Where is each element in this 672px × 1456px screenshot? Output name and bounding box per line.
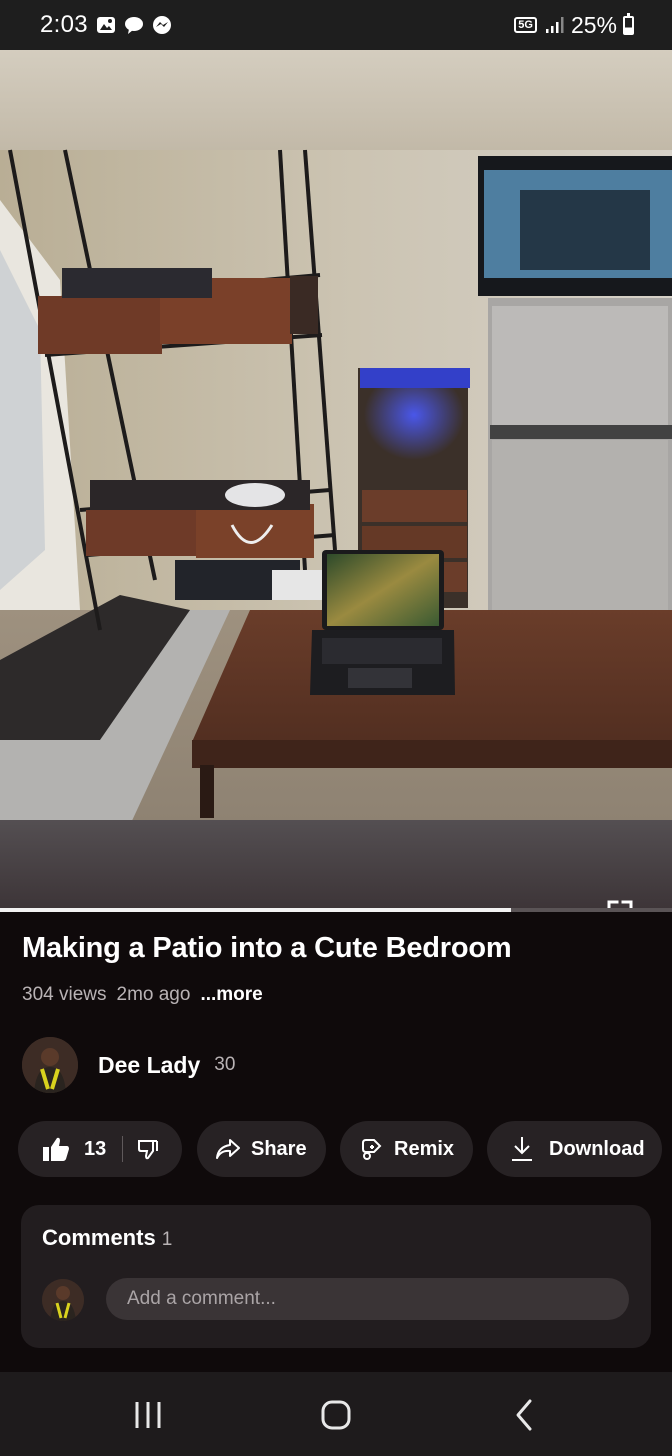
like-count[interactable]: 13 <box>84 1138 106 1161</box>
comments-label: Comments <box>42 1225 156 1250</box>
fullscreen-icon[interactable] <box>603 896 637 908</box>
network-badge: 5G <box>514 17 537 33</box>
status-bar: 2:03 5G 25% <box>0 0 672 50</box>
battery-percent: 25% <box>570 11 617 38</box>
status-right: 5G 25% <box>514 12 634 39</box>
video-progress-bar[interactable] <box>0 908 672 912</box>
recents-icon[interactable] <box>128 1398 168 1432</box>
upload-age: 2mo ago <box>116 984 191 1005</box>
add-comment-input[interactable]: Add a comment... <box>106 1278 629 1320</box>
like-divider <box>122 1136 124 1162</box>
battery-icon <box>623 12 634 35</box>
signal-icon <box>545 17 564 33</box>
view-count: 304 views <box>22 984 107 1005</box>
comments-header: Comments 1 <box>42 1225 172 1251</box>
video-progress-fill <box>0 908 511 912</box>
channel-avatar[interactable] <box>22 1037 78 1093</box>
channel-row[interactable]: Dee Lady 30 <box>22 1036 235 1094</box>
chat-bubble-icon <box>124 17 143 34</box>
video-player[interactable] <box>0 50 672 908</box>
status-left: 2:03 <box>40 11 172 39</box>
comments-panel[interactable]: Comments 1 Add a comment... <box>21 1205 651 1348</box>
share-button[interactable]: Share <box>197 1121 326 1177</box>
thumbs-up-icon[interactable] <box>42 1136 70 1162</box>
status-time: 2:03 <box>40 11 88 38</box>
system-nav-bar <box>0 1372 672 1456</box>
channel-name[interactable]: Dee Lady <box>98 1052 200 1079</box>
remix-button[interactable]: Remix <box>340 1121 473 1177</box>
home-icon[interactable] <box>316 1398 356 1432</box>
like-dislike-pill: 13 <box>18 1121 182 1177</box>
download-icon <box>512 1137 532 1161</box>
video-title: Making a Patio into a Cute Bedroom <box>22 932 512 964</box>
video-meta: 304 views 2mo ago ...more <box>22 984 263 1006</box>
comments-count: 1 <box>161 1229 173 1250</box>
back-icon[interactable] <box>506 1398 546 1432</box>
remix-label: Remix <box>394 1137 455 1160</box>
share-label: Share <box>251 1137 307 1160</box>
user-avatar-image <box>42 1279 84 1321</box>
subscriber-count: 30 <box>214 1054 236 1075</box>
share-arrow-icon <box>216 1139 240 1159</box>
messenger-icon <box>152 16 171 34</box>
user-avatar <box>42 1279 84 1321</box>
gallery-icon <box>96 17 115 33</box>
remix-icon <box>362 1139 382 1160</box>
thumbs-down-icon[interactable] <box>137 1138 159 1160</box>
more-link[interactable]: ...more <box>200 984 262 1006</box>
download-label: Download <box>549 1137 645 1160</box>
avatar-image <box>22 1037 78 1093</box>
download-button[interactable]: Download <box>487 1121 662 1177</box>
video-frame <box>0 50 672 908</box>
